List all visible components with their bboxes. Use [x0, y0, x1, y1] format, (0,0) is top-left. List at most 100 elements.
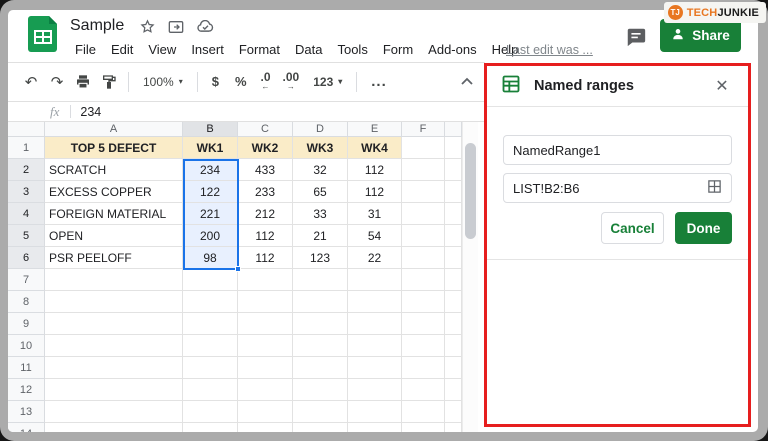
menu-item[interactable]: Data	[288, 40, 329, 59]
cell[interactable]: 54	[348, 225, 402, 247]
cell[interactable]: 212	[238, 203, 293, 225]
cell[interactable]	[45, 335, 183, 357]
cell[interactable]	[45, 269, 183, 291]
cell[interactable]	[402, 313, 445, 335]
undo-icon[interactable]: ↶	[18, 69, 44, 95]
row-header[interactable]: 9	[8, 313, 45, 335]
row-header[interactable]: 7	[8, 269, 45, 291]
cell[interactable]	[402, 247, 445, 269]
cell[interactable]: PSR PEELOFF	[45, 247, 183, 269]
print-icon[interactable]	[70, 69, 96, 95]
close-icon[interactable]: ✕	[710, 74, 734, 98]
cell[interactable]	[348, 401, 402, 423]
menu-item[interactable]: File	[68, 40, 103, 59]
cell[interactable]	[183, 313, 238, 335]
row-header[interactable]: 10	[8, 335, 45, 357]
cell[interactable]	[402, 203, 445, 225]
menu-item[interactable]: Tools	[330, 40, 374, 59]
cell[interactable]	[445, 269, 462, 291]
more-toolbar-items-button[interactable]: ...	[363, 73, 395, 90]
cell[interactable]	[348, 269, 402, 291]
select-data-range-icon[interactable]	[707, 179, 722, 197]
cell[interactable]	[45, 401, 183, 423]
cell[interactable]	[348, 313, 402, 335]
cell[interactable]	[183, 335, 238, 357]
share-button[interactable]: Share	[660, 19, 741, 52]
cell[interactable]	[238, 379, 293, 401]
cell[interactable]	[402, 137, 445, 159]
column-header[interactable]	[445, 122, 462, 137]
cell[interactable]: 112	[238, 225, 293, 247]
menu-item[interactable]: Format	[232, 40, 287, 59]
column-header[interactable]: D	[293, 122, 348, 137]
cell[interactable]: 31	[348, 203, 402, 225]
cell[interactable]	[445, 423, 462, 432]
range-reference-input[interactable]: LIST!B2:B6	[503, 173, 732, 203]
cell[interactable]	[445, 137, 462, 159]
cell[interactable]	[293, 379, 348, 401]
cell[interactable]	[445, 401, 462, 423]
cell[interactable]	[293, 357, 348, 379]
hide-menus-button[interactable]	[456, 70, 478, 92]
column-header[interactable]: F	[402, 122, 445, 137]
cell[interactable]	[445, 225, 462, 247]
cloud-saved-icon[interactable]	[197, 20, 214, 38]
cell[interactable]	[402, 423, 445, 432]
cell[interactable]	[45, 423, 183, 432]
cell[interactable]	[293, 313, 348, 335]
cell[interactable]	[402, 401, 445, 423]
vertical-scrollbar-thumb[interactable]	[465, 143, 476, 239]
cell[interactable]	[293, 335, 348, 357]
cell[interactable]	[402, 269, 445, 291]
cell[interactable]	[45, 379, 183, 401]
cell[interactable]	[348, 379, 402, 401]
cell[interactable]: 233	[238, 181, 293, 203]
cell[interactable]	[238, 423, 293, 432]
column-header[interactable]: E	[348, 122, 402, 137]
cell[interactable]	[445, 379, 462, 401]
cell[interactable]: WK3	[293, 137, 348, 159]
cell[interactable]: EXCESS COPPER	[45, 181, 183, 203]
cell[interactable]	[445, 159, 462, 181]
cancel-button[interactable]: Cancel	[601, 212, 664, 244]
cell[interactable]	[238, 291, 293, 313]
formula-bar[interactable]: fx 234	[8, 101, 485, 122]
row-header[interactable]: 5	[8, 225, 45, 247]
cell[interactable]	[445, 313, 462, 335]
redo-icon[interactable]: ↷	[44, 69, 70, 95]
cell[interactable]: OPEN	[45, 225, 183, 247]
row-header[interactable]: 2	[8, 159, 45, 181]
cell[interactable]	[238, 401, 293, 423]
column-header[interactable]: C	[238, 122, 293, 137]
decrease-decimal-button[interactable]: .0←	[255, 73, 277, 91]
cell[interactable]: TOP 5 DEFECT	[45, 137, 183, 159]
cell[interactable]	[402, 159, 445, 181]
cell[interactable]: 112	[238, 247, 293, 269]
last-edit-link[interactable]: Last edit was ...	[506, 43, 593, 57]
row-header[interactable]: 12	[8, 379, 45, 401]
menu-item[interactable]: View	[141, 40, 183, 59]
cell[interactable]	[402, 181, 445, 203]
cell[interactable]: 65	[293, 181, 348, 203]
cell[interactable]: 33	[293, 203, 348, 225]
range-name-input[interactable]: NamedRange1	[503, 135, 732, 165]
row-header[interactable]: 6	[8, 247, 45, 269]
cell[interactable]	[183, 357, 238, 379]
cell[interactable]	[445, 181, 462, 203]
cell[interactable]: 112	[348, 159, 402, 181]
cell[interactable]: WK1	[183, 137, 238, 159]
cell[interactable]	[348, 291, 402, 313]
format-currency-button[interactable]: $	[204, 74, 227, 89]
cell[interactable]	[402, 291, 445, 313]
menu-item[interactable]: Edit	[104, 40, 140, 59]
cell[interactable]	[238, 269, 293, 291]
row-header[interactable]: 1	[8, 137, 45, 159]
comment-icon[interactable]	[625, 26, 647, 53]
cell[interactable]	[402, 357, 445, 379]
cell[interactable]	[445, 335, 462, 357]
row-header[interactable]: 14	[8, 423, 45, 432]
cell[interactable]	[293, 291, 348, 313]
cell[interactable]	[445, 247, 462, 269]
cell[interactable]: 123	[293, 247, 348, 269]
column-header[interactable]: B	[183, 122, 238, 137]
